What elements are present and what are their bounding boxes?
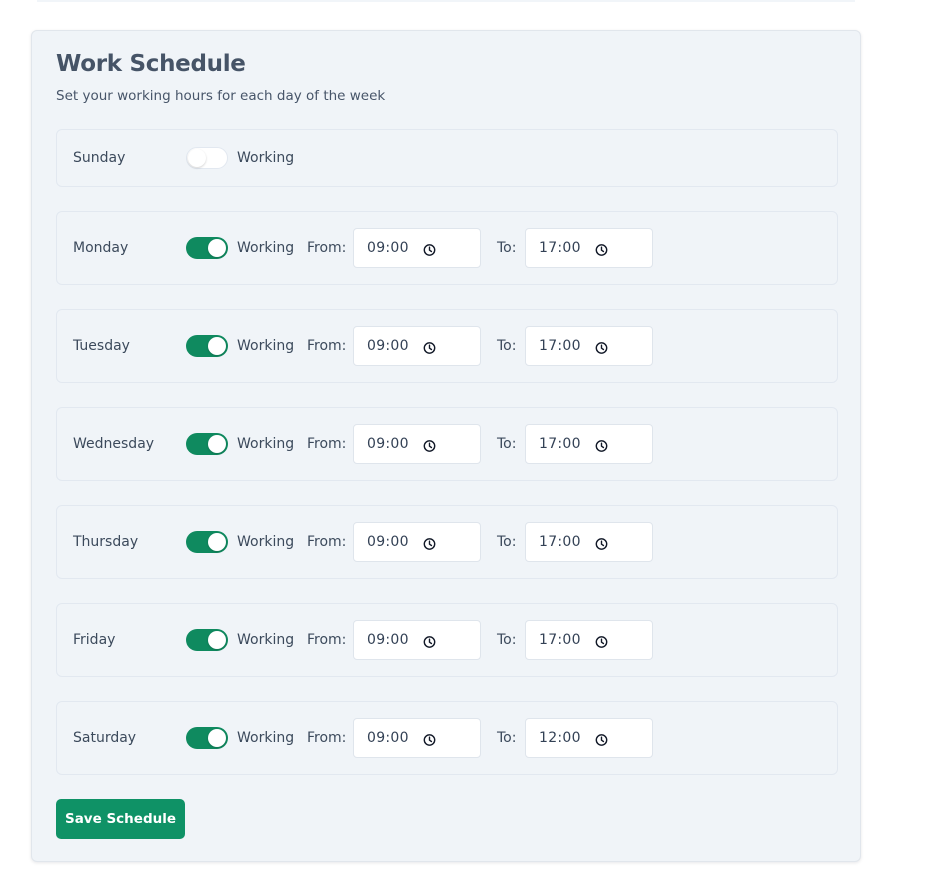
from-label: From: (307, 240, 347, 256)
to-time-input-wednesday[interactable]: 17:00 (525, 424, 653, 464)
to-label: To: (497, 632, 517, 648)
toggle-knob (188, 149, 206, 167)
day-name: Sunday (73, 150, 126, 166)
to-time-value: 17:00 (539, 632, 581, 648)
toggle-knob (208, 729, 226, 747)
clock-icon[interactable] (423, 438, 436, 452)
to-time-value: 17:00 (539, 338, 581, 354)
clock-icon[interactable] (423, 536, 436, 550)
clock-icon[interactable] (423, 732, 436, 746)
working-toggle-wednesday[interactable] (186, 433, 228, 455)
to-time-input-saturday[interactable]: 12:00 (525, 718, 653, 758)
from-time-value: 09:00 (367, 338, 409, 354)
day-row-sunday: Sunday Working (56, 129, 838, 187)
page-title: Work Schedule (56, 51, 246, 77)
to-label: To: (497, 240, 517, 256)
from-time-value: 09:00 (367, 240, 409, 256)
to-label: To: (497, 730, 517, 746)
day-row-thursday: Thursday Working From: 09:00 To: 17:00 (56, 505, 838, 579)
working-toggle-friday[interactable] (186, 629, 228, 651)
from-time-value: 09:00 (367, 730, 409, 746)
to-time-value: 17:00 (539, 534, 581, 550)
save-schedule-button[interactable]: Save Schedule (56, 799, 185, 839)
working-toggle-monday[interactable] (186, 237, 228, 259)
top-divider (37, 0, 855, 2)
to-label: To: (497, 338, 517, 354)
from-time-input-tuesday[interactable]: 09:00 (353, 326, 481, 366)
working-toggle-thursday[interactable] (186, 531, 228, 553)
clock-icon[interactable] (423, 634, 436, 648)
toggle-knob (208, 533, 226, 551)
to-time-input-thursday[interactable]: 17:00 (525, 522, 653, 562)
working-label: Working (237, 436, 295, 452)
from-time-input-friday[interactable]: 09:00 (353, 620, 481, 660)
to-label: To: (497, 436, 517, 452)
from-time-input-wednesday[interactable]: 09:00 (353, 424, 481, 464)
from-label: From: (307, 338, 347, 354)
from-label: From: (307, 632, 347, 648)
clock-icon[interactable] (423, 242, 436, 256)
day-name: Tuesday (73, 338, 130, 354)
to-label: To: (497, 534, 517, 550)
day-name: Saturday (73, 730, 137, 746)
day-row-wednesday: Wednesday Working From: 09:00 To: 17:00 (56, 407, 838, 481)
day-row-friday: Friday Working From: 09:00 To: 17:00 (56, 603, 838, 677)
to-time-input-friday[interactable]: 17:00 (525, 620, 653, 660)
toggle-knob (208, 435, 226, 453)
from-label: From: (307, 534, 347, 550)
day-name: Monday (73, 240, 129, 256)
working-label: Working (237, 632, 295, 648)
clock-icon[interactable] (595, 340, 608, 354)
from-time-value: 09:00 (367, 534, 409, 550)
clock-icon[interactable] (595, 536, 608, 550)
work-schedule-card: Work Schedule Set your working hours for… (31, 30, 861, 862)
day-name: Thursday (73, 534, 139, 550)
from-time-input-saturday[interactable]: 09:00 (353, 718, 481, 758)
clock-icon[interactable] (595, 634, 608, 648)
to-time-input-tuesday[interactable]: 17:00 (525, 326, 653, 366)
toggle-knob (208, 631, 226, 649)
working-label: Working (237, 150, 295, 166)
working-label: Working (237, 338, 295, 354)
working-label: Working (237, 534, 295, 550)
day-row-saturday: Saturday Working From: 09:00 To: 12:00 (56, 701, 838, 775)
working-toggle-tuesday[interactable] (186, 335, 228, 357)
day-row-monday: Monday Working From: 09:00 To: 17:00 (56, 211, 838, 285)
to-time-input-monday[interactable]: 17:00 (525, 228, 653, 268)
clock-icon[interactable] (423, 340, 436, 354)
clock-icon[interactable] (595, 438, 608, 452)
working-label: Working (237, 240, 295, 256)
from-time-input-monday[interactable]: 09:00 (353, 228, 481, 268)
clock-icon[interactable] (595, 732, 608, 746)
to-time-value: 17:00 (539, 240, 581, 256)
toggle-knob (208, 239, 226, 257)
working-toggle-saturday[interactable] (186, 727, 228, 749)
to-time-value: 17:00 (539, 436, 581, 452)
clock-icon[interactable] (595, 242, 608, 256)
working-label: Working (237, 730, 295, 746)
from-time-value: 09:00 (367, 436, 409, 452)
page-subtitle: Set your working hours for each day of t… (56, 88, 386, 104)
day-name: Wednesday (73, 436, 155, 452)
day-name: Friday (73, 632, 116, 648)
working-toggle-sunday[interactable] (186, 147, 228, 169)
from-label: From: (307, 730, 347, 746)
toggle-knob (208, 337, 226, 355)
from-time-input-thursday[interactable]: 09:00 (353, 522, 481, 562)
day-row-tuesday: Tuesday Working From: 09:00 To: 17:00 (56, 309, 838, 383)
from-label: From: (307, 436, 347, 452)
to-time-value: 12:00 (539, 730, 581, 746)
from-time-value: 09:00 (367, 632, 409, 648)
